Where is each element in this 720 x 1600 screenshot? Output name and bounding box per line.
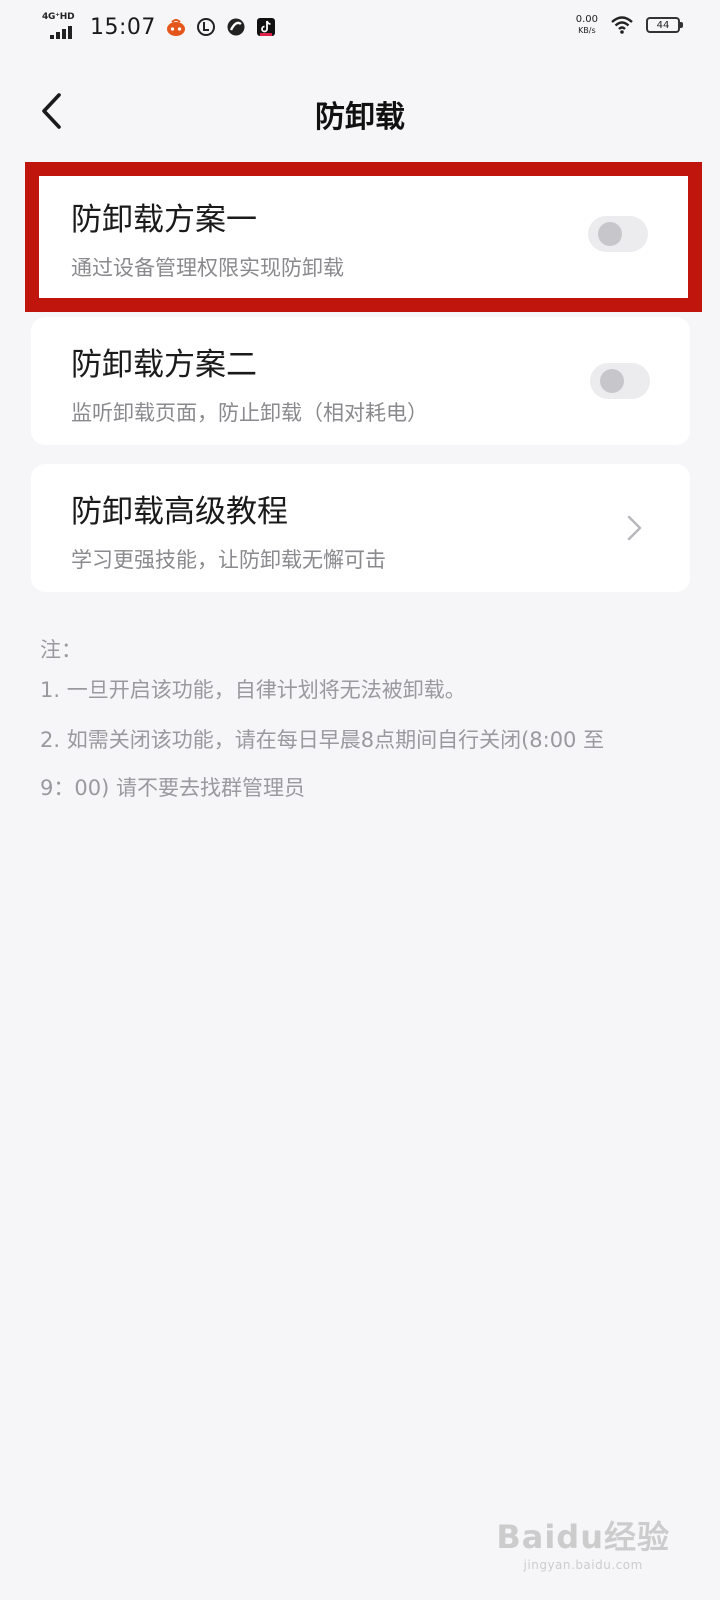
tiktok-icon <box>256 18 275 36</box>
option-title: 防卸载方案一 <box>71 202 257 238</box>
network-speed: 0.00 KB/s <box>576 14 598 36</box>
note-line-3: 9：00) 请不要去找群管理员 <box>40 776 305 800</box>
status-right: 0.00 KB/s 44 <box>576 14 683 36</box>
app-circle-icon <box>196 18 215 36</box>
network-speed-value: 0.00 <box>575 14 598 25</box>
watermark-main: Baidu经验 <box>496 1518 670 1556</box>
battery-icon: 44 <box>646 17 683 33</box>
plan-one-toggle[interactable] <box>588 216 648 252</box>
option-subtitle: 学习更强技能，让防卸载无懈可击 <box>71 548 386 572</box>
note-line-2: 2. 如需关闭该功能，请在每日早晨8点期间自行关闭(8:00 至 <box>40 728 605 752</box>
option-subtitle: 通过设备管理权限实现防卸载 <box>71 256 344 280</box>
link-icon <box>227 18 245 36</box>
page-title: 防卸载 <box>315 100 405 135</box>
option-title: 防卸载方案二 <box>71 347 257 383</box>
option-card-plan-two[interactable]: 防卸载方案二 监听卸载页面，防止卸载（相对耗电） <box>31 317 690 445</box>
cellular-signal-icon: 4G⁺HD <box>40 12 80 42</box>
status-left: 4G⁺HD 15:07 <box>40 12 276 42</box>
status-bar: 4G⁺HD 15:07 0.00 KB/s 44 <box>0 0 720 56</box>
network-type-label: 4G⁺HD <box>42 12 75 22</box>
watermark-sub: jingyan.baidu.com <box>523 1558 643 1572</box>
option-card-advanced-tutorial[interactable]: 防卸载高级教程 学习更强技能，让防卸载无懈可击 <box>31 464 690 592</box>
wifi-icon <box>611 16 633 34</box>
option-card-plan-one[interactable]: 防卸载方案一 通过设备管理权限实现防卸载 <box>39 176 688 298</box>
plan-two-toggle[interactable] <box>590 363 650 399</box>
baidu-jingyan-watermark: Baidu经验 jingyan.baidu.com <box>496 1512 670 1572</box>
network-speed-unit: KB/s <box>578 26 596 35</box>
toggle-knob <box>600 369 624 393</box>
option-subtitle: 监听卸载页面，防止卸载（相对耗电） <box>71 401 428 425</box>
battery-level: 44 <box>656 19 670 31</box>
navigation-header: 防卸载 <box>0 76 720 146</box>
note-line-1: 1. 一旦开启该功能，自律计划将无法被卸载。 <box>40 678 466 702</box>
status-time: 15:07 <box>90 14 156 40</box>
toggle-knob <box>598 222 622 246</box>
chevron-right-icon <box>627 515 642 541</box>
option-title: 防卸载高级教程 <box>71 494 288 530</box>
signal-bars <box>50 26 72 39</box>
notes-heading: 注： <box>40 638 82 662</box>
taobao-icon <box>166 19 185 36</box>
